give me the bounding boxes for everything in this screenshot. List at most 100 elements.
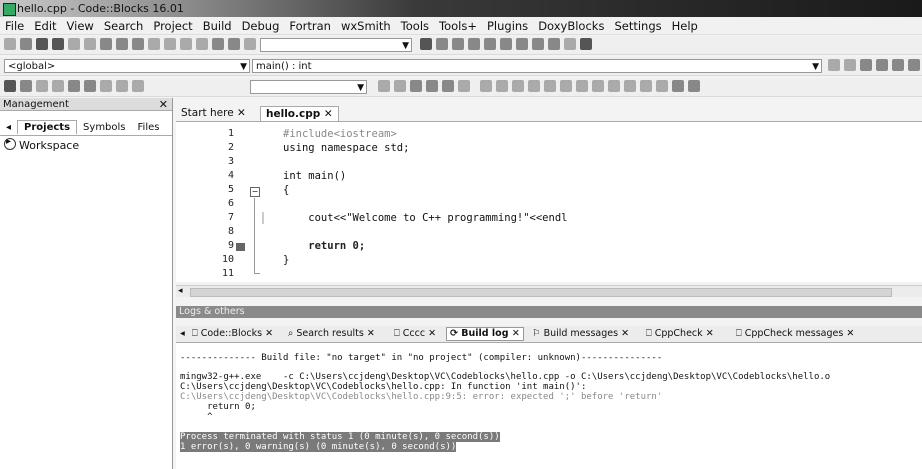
tree-item-workspace[interactable]: Workspace	[4, 138, 79, 152]
search-combo[interactable]: ▼	[250, 80, 367, 94]
paste-icon[interactable]	[132, 38, 144, 50]
rebuild-icon[interactable]	[228, 38, 240, 50]
run-icon[interactable]	[196, 38, 208, 50]
regex-icon[interactable]	[458, 80, 470, 92]
preferences-icon[interactable]	[100, 80, 112, 92]
close-icon[interactable]: ✕	[159, 98, 168, 111]
menu-fortran[interactable]: Fortran	[284, 17, 336, 35]
prev-tab-icon[interactable]	[116, 80, 128, 92]
layout-d-icon[interactable]	[528, 80, 540, 92]
menu-wxsmith[interactable]: wxSmith	[336, 17, 396, 35]
function-select[interactable]: main() : int ▼	[252, 59, 822, 73]
various-info-icon[interactable]	[580, 38, 592, 50]
close-icon[interactable]: ✕	[846, 328, 854, 339]
layout-i-icon[interactable]	[608, 80, 620, 92]
close-icon[interactable]: ✕	[428, 328, 436, 339]
step-into-instruction-icon[interactable]	[516, 38, 528, 50]
layout-a-icon[interactable]	[480, 80, 492, 92]
replace-icon[interactable]	[164, 38, 176, 50]
next-instruction-icon[interactable]	[500, 38, 512, 50]
menu-edit[interactable]: Edit	[29, 17, 61, 35]
highlight-icon[interactable]	[410, 80, 422, 92]
build-log-output[interactable]: -------------- Build file: "no target" i…	[176, 343, 922, 469]
menu-tools[interactable]: Tools	[396, 17, 434, 35]
tab-symbols[interactable]: Symbols	[77, 121, 131, 134]
menu-file[interactable]: File	[0, 17, 29, 35]
tab-cccc[interactable]: ⎕ Cccc ✕	[394, 328, 436, 340]
layout-h-icon[interactable]	[592, 80, 604, 92]
step-into-icon[interactable]	[468, 38, 480, 50]
menu-debug[interactable]: Debug	[237, 17, 285, 35]
close-icon[interactable]: ✕	[512, 328, 520, 339]
menu-help[interactable]: Help	[667, 17, 703, 35]
tab-codeblocks[interactable]: ⎕ Code::Blocks ✕	[192, 328, 273, 340]
build-and-run-icon[interactable]	[212, 38, 224, 50]
zoom-out-icon[interactable]	[656, 80, 668, 92]
horizontal-scrollbar[interactable]: ◂	[176, 285, 922, 297]
cut-icon[interactable]	[100, 38, 112, 50]
scope-select[interactable]: <global> ▼	[4, 59, 250, 73]
find-next-icon[interactable]	[394, 80, 406, 92]
layout-f-icon[interactable]	[560, 80, 572, 92]
tab-scroll-left-icon[interactable]: ◂	[180, 328, 185, 340]
menu-doxyblocks[interactable]: DoxyBlocks	[533, 17, 609, 35]
c-icon[interactable]	[688, 80, 700, 92]
jump-back-icon[interactable]	[828, 59, 840, 71]
tab-start-here[interactable]: Start here ✕	[176, 106, 251, 120]
save-all-icon[interactable]	[52, 38, 64, 50]
menu-build[interactable]: Build	[198, 17, 237, 35]
abort-icon[interactable]	[244, 38, 256, 50]
new-file-icon[interactable]	[4, 38, 16, 50]
run-chm-icon[interactable]	[84, 80, 96, 92]
doxywizard-icon[interactable]	[4, 80, 16, 92]
next-bookmark-icon[interactable]	[892, 59, 904, 71]
tab-build-log[interactable]: ⟳ Build log ✕	[446, 327, 524, 341]
pause-icon[interactable]	[532, 38, 544, 50]
build-target-select[interactable]: ▼	[260, 38, 412, 52]
menu-search[interactable]: Search	[99, 17, 149, 35]
layout-e-icon[interactable]	[544, 80, 556, 92]
open-file-icon[interactable]	[20, 38, 32, 50]
close-icon[interactable]: ✕	[237, 107, 246, 119]
undo-icon[interactable]	[68, 38, 80, 50]
run-to-cursor-icon[interactable]	[436, 38, 448, 50]
find-icon[interactable]	[148, 38, 160, 50]
code-editor[interactable]: 1 2 3 4 5 6 7 8 9 10 11 − #include<iostr…	[176, 121, 922, 297]
menu-settings[interactable]: Settings	[609, 17, 666, 35]
toggle-bookmark-icon[interactable]	[860, 59, 872, 71]
tab-files[interactable]: Files	[132, 121, 166, 134]
selected-text-icon[interactable]	[426, 80, 438, 92]
extract-doc-icon[interactable]	[20, 80, 32, 92]
scrollbar-thumb[interactable]	[190, 288, 892, 297]
menu-project[interactable]: Project	[148, 17, 197, 35]
tab-cppcheck[interactable]: ⎕ CppCheck ✕	[646, 328, 714, 340]
tab-build-messages[interactable]: ⚐ Build messages ✕	[532, 328, 629, 340]
layout-b-icon[interactable]	[496, 80, 508, 92]
save-icon[interactable]	[36, 38, 48, 50]
copy-icon[interactable]	[116, 38, 128, 50]
menu-tools-plus[interactable]: Tools+	[434, 17, 482, 35]
tab-search-results[interactable]: ⌕ Search results ✕	[288, 328, 375, 340]
redo-icon[interactable]	[84, 38, 96, 50]
layout-c-icon[interactable]	[512, 80, 524, 92]
tab-scroll-left-icon[interactable]: ◂	[0, 121, 17, 134]
layout-j-icon[interactable]	[624, 80, 636, 92]
line-comment-icon[interactable]	[52, 80, 64, 92]
prev-bookmark-icon[interactable]	[876, 59, 888, 71]
close-icon[interactable]: ✕	[324, 108, 333, 120]
next-tab-icon[interactable]	[132, 80, 144, 92]
s-icon[interactable]	[672, 80, 684, 92]
tab-cppcheck-messages[interactable]: ⎕ CppCheck messages ✕	[736, 328, 854, 340]
menu-view[interactable]: View	[62, 17, 99, 35]
close-icon[interactable]: ✕	[706, 328, 714, 339]
step-out-icon[interactable]	[484, 38, 496, 50]
fold-collapse-icon[interactable]: −	[250, 187, 260, 197]
next-line-icon[interactable]	[452, 38, 464, 50]
layout-g-icon[interactable]	[576, 80, 588, 92]
zoom-in-icon[interactable]	[640, 80, 652, 92]
clear-bookmarks-icon[interactable]	[908, 59, 920, 71]
scroll-left-icon[interactable]: ◂	[178, 286, 183, 296]
jump-forward-icon[interactable]	[844, 59, 856, 71]
tab-projects[interactable]: Projects	[17, 120, 78, 134]
debug-windows-icon[interactable]	[564, 38, 576, 50]
